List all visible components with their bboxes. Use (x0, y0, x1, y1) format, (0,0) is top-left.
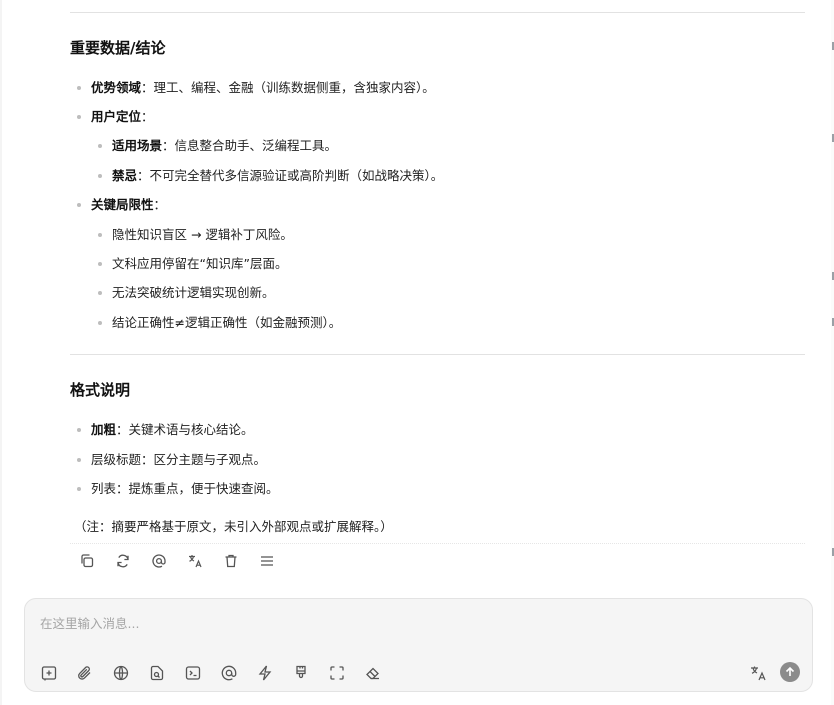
list-item: 适用场景：信息整合助手、泛编程工具。 (98, 137, 337, 155)
at-icon[interactable] (217, 661, 241, 685)
list-item: 文科应用停留在“知识库”层面。 (98, 255, 287, 273)
section-title-key-data: 重要数据/结论 (70, 39, 166, 57)
globe-icon[interactable] (109, 661, 133, 685)
paperclip-icon[interactable] (73, 661, 97, 685)
divider (70, 354, 805, 355)
summary-note: （注：摘要严格基于原文，未引入外部观点或扩展解释。） (74, 519, 393, 534)
list-item: 加粗：关键术语与核心结论。 (77, 421, 254, 439)
section-title-format: 格式说明 (70, 381, 131, 399)
list-item: 层级标题：区分主题与子观点。 (77, 451, 266, 469)
composer-toolbar (37, 661, 385, 685)
delete-icon[interactable] (220, 550, 242, 572)
list-item: 结论正确性≠逻辑正确性（如金融预测）。 (98, 314, 341, 332)
message-composer[interactable]: 在这里输入消息... (24, 598, 813, 692)
menu-icon[interactable] (256, 550, 278, 572)
left-edge (0, 0, 2, 705)
list-item: 禁忌：不可完全替代多信源验证或高阶判断（如战略决策）。 (98, 167, 443, 185)
attach-add-icon[interactable] (37, 661, 61, 685)
list-item: 列表：提炼重点，便于快速查阅。 (77, 480, 279, 498)
send-button[interactable] (780, 662, 800, 682)
message-content: 重要数据/结论 优势领域：理工、编程、金融（训练数据侧重，含独家内容）。 用户定… (70, 0, 805, 580)
arrow-up-icon (785, 666, 795, 676)
translate-icon[interactable] (184, 550, 206, 572)
list-item: 用户定位： (77, 108, 154, 126)
regenerate-icon[interactable] (112, 550, 134, 572)
translate-icon[interactable] (748, 663, 768, 683)
message-input[interactable]: 在这里输入消息... (40, 613, 139, 632)
terminal-icon[interactable] (181, 661, 205, 685)
mention-icon[interactable] (148, 550, 170, 572)
screenshot-icon[interactable] (325, 661, 349, 685)
divider (70, 12, 805, 13)
message-actions (76, 550, 278, 572)
lightning-icon[interactable] (253, 661, 277, 685)
list-item: 关键局限性： (77, 196, 166, 214)
list-item: 无法突破统计逻辑实现创新。 (98, 284, 275, 302)
file-search-icon[interactable] (145, 661, 169, 685)
list-item: 隐性知识盲区 → 逻辑补丁风险。 (98, 226, 293, 244)
list-item: 优势领域：理工、编程、金融（训练数据侧重，含独家内容）。 (77, 79, 435, 97)
copy-icon[interactable] (76, 550, 98, 572)
actions-separator (70, 543, 805, 544)
eraser-icon[interactable] (361, 661, 385, 685)
brush-icon[interactable] (289, 661, 313, 685)
